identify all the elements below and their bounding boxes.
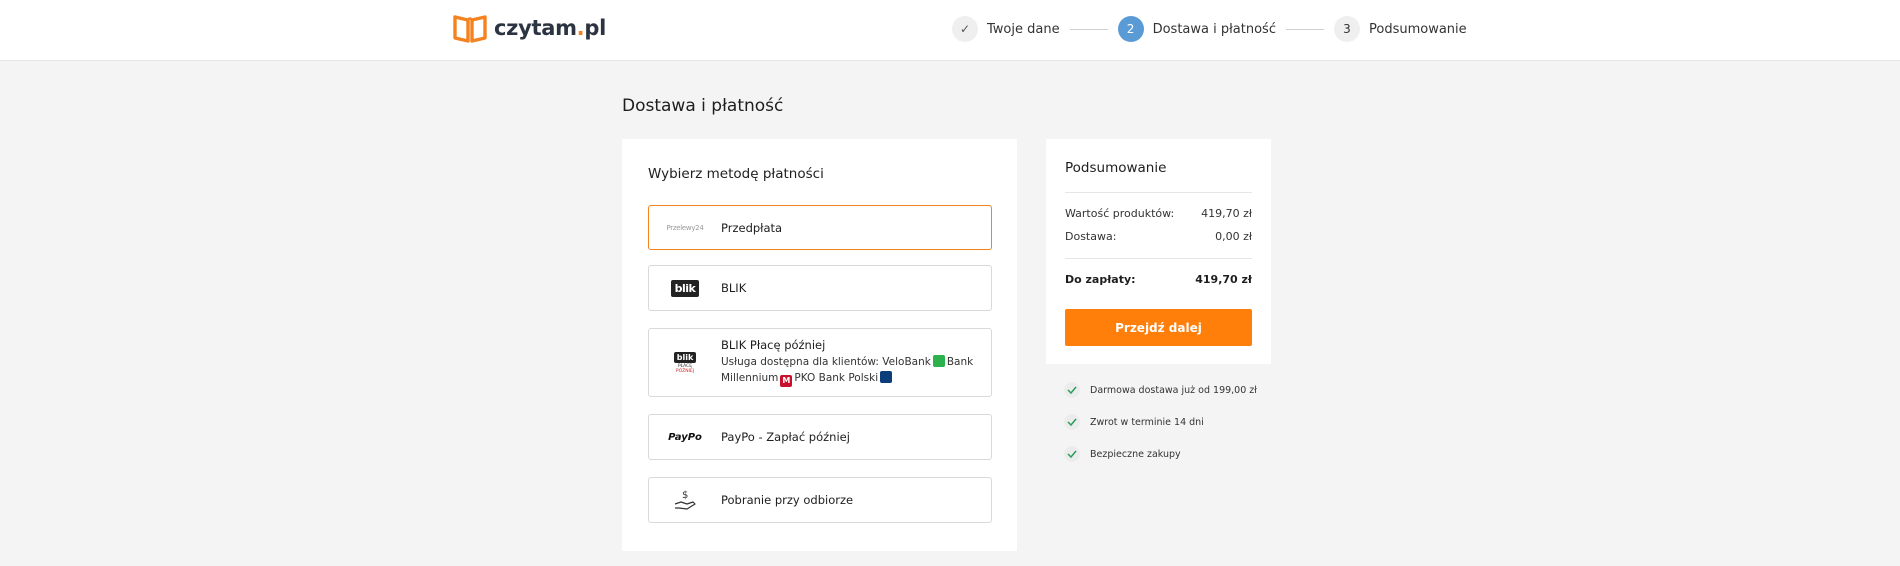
option-body: BLIK Płacę później Usługa dostępna dla k… [721,338,973,387]
payment-option-przedplata[interactable]: Przelewy24 Przedpłata [648,205,992,250]
benefit-text: Zwrot w terminie 14 dni [1090,416,1204,428]
divider [1065,258,1252,259]
payment-option-cod[interactable]: $ Pobranie przy odbiorze [648,477,992,523]
hand-money-icon: $ [649,489,721,511]
row-value: 419,70 zł [1195,273,1252,286]
payment-option-blik[interactable]: blik BLIK [648,265,992,311]
row-value: 0,00 zł [1215,230,1252,243]
step-personal-data[interactable]: ✓ Twoje dane [952,16,1060,42]
logo-text: czytam.pl [494,16,606,40]
option-description: Usługa dostępna dla klientów: VeloBank Ba… [721,355,974,387]
page-title: Dostawa i płatność [622,96,784,116]
step-label: Twoje dane [987,21,1060,37]
blik-later-logo: blik PŁACĘ PÓŹNIEJ [649,351,721,374]
step-divider [1069,28,1108,30]
svg-text:$: $ [682,490,688,501]
benefit-item: Bezpieczne zakupy [1064,446,1257,462]
millennium-icon: M [780,375,793,387]
przelewy24-logo: Przelewy24 [666,223,704,232]
row-value: 419,70 zł [1201,207,1252,220]
velobank-icon [932,355,945,367]
delivery-row: Dostawa: 0,00 zł [1065,230,1252,243]
checkout-steps: ✓ Twoje dane 2 Dostawa i płatność 3 Pods… [952,16,1467,42]
pko-icon [880,371,893,383]
option-label: PayPo - Zapłać później [721,430,850,444]
option-label: Pobranie przy odbiorze [721,493,854,507]
check-icon [1064,446,1080,462]
payment-methods-card: Wybierz metodę płatności Przelewy24 Prze… [622,139,1017,551]
blik-logo: blik [649,279,721,297]
option-label: Przedpłata [721,220,783,235]
row-label: Do zapłaty: [1065,273,1136,286]
check-icon [1064,382,1080,398]
open-book-logo-icon [453,15,487,43]
step-label: Dostawa i płatność [1152,21,1276,37]
benefit-item: Zwrot w terminie 14 dni [1064,414,1257,430]
row-label: Dostawa: [1065,230,1117,243]
summary-title: Podsumowanie [1065,160,1167,176]
paypo-logo: PayPo [668,431,702,443]
step-number: 3 [1333,16,1360,42]
benefit-text: Bezpieczne zakupy [1090,448,1181,460]
check-icon [1064,414,1080,430]
site-logo[interactable]: czytam.pl [452,13,606,43]
payment-option-paypo[interactable]: PayPo PayPo - Zapłać później [648,414,992,460]
header: czytam.pl ✓ Twoje dane 2 Dostawa i płatn… [0,0,1900,61]
step-divider [1285,28,1324,30]
step-label: Podsumowanie [1368,21,1467,37]
option-label: BLIK Płacę później [721,338,826,352]
step-summary: 3 Podsumowanie [1333,16,1467,42]
check-icon: ✓ [952,16,978,42]
step-number: 2 [1117,16,1144,42]
payment-section-title: Wybierz metodę płatności [648,166,824,182]
benefit-item: Darmowa dostawa już od 199,00 zł [1064,382,1257,398]
total-row: Do zapłaty: 419,70 zł [1065,273,1252,286]
step-delivery-payment: 2 Dostawa i płatność [1117,16,1276,42]
option-label: BLIK [721,281,747,295]
products-value-row: Wartość produktów: 419,70 zł [1065,207,1252,220]
order-summary-card: Podsumowanie Wartość produktów: 419,70 z… [1046,139,1271,364]
benefits-list: Darmowa dostawa już od 199,00 zł Zwrot w… [1064,382,1257,478]
payment-option-blik-later[interactable]: blik PŁACĘ PÓŹNIEJ BLIK Płacę później Usł… [648,328,992,397]
divider [1065,192,1252,193]
proceed-button[interactable]: Przejdź dalej [1065,309,1252,346]
row-label: Wartość produktów: [1065,207,1175,220]
benefit-text: Darmowa dostawa już od 199,00 zł [1090,384,1257,396]
